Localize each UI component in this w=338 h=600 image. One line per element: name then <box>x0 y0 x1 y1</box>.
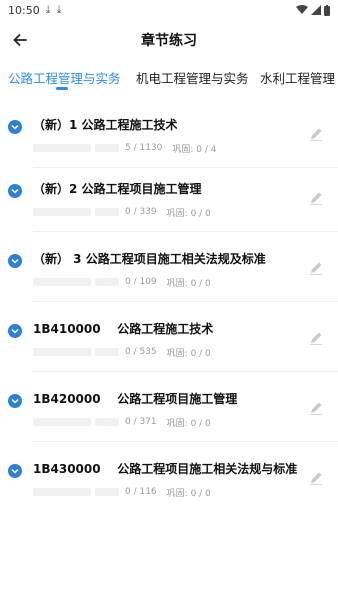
chevron-down-icon[interactable] <box>8 394 22 408</box>
back-button[interactable] <box>8 28 32 52</box>
blurred-text <box>95 488 119 496</box>
chapter-consolidate: 巩固: 0 / 0 <box>166 488 211 499</box>
blurred-text <box>95 418 119 426</box>
chapter-item[interactable]: （新）2 公路工程项目施工管理 0 / 339 巩固: 0 / 0 <box>0 170 338 232</box>
app-bar: 章节练习 <box>0 22 338 58</box>
active-tab-indicator <box>56 87 68 90</box>
chapter-item[interactable]: （新）1 公路工程施工技术 5 / 1130 巩固: 0 / 4 <box>0 106 338 168</box>
wifi-icon <box>296 5 308 14</box>
chapter-progress: 0 / 116 <box>125 487 157 497</box>
chevron-down-icon[interactable] <box>8 184 22 198</box>
download-icon: ⤓ <box>56 3 62 16</box>
divider <box>33 441 338 442</box>
divider <box>33 301 338 302</box>
chapter-title: （新）1 公路工程施工技术 <box>33 118 178 132</box>
signal-icon <box>311 5 321 15</box>
chapter-title: 1B430000 公路工程项目施工相关法规与标准 <box>33 462 298 476</box>
chapter-item[interactable]: （新） 3 公路工程项目施工相关法规及标准 0 / 109 巩固: 0 / 0 <box>0 240 338 302</box>
chevron-down-icon[interactable] <box>8 120 22 134</box>
download-icon: ⤓ <box>45 3 51 16</box>
subject-tabs: 公路工程管理与实务 机电工程管理与实务 水利工程管理 <box>0 62 338 94</box>
chevron-down-icon[interactable] <box>8 254 22 268</box>
edit-icon[interactable] <box>308 330 324 346</box>
divider <box>33 167 338 168</box>
tab-subject-1[interactable]: 公路工程管理与实务 <box>8 68 121 87</box>
edit-icon[interactable] <box>308 126 324 142</box>
chapter-progress: 5 / 1130 <box>125 143 163 153</box>
chapter-progress: 0 / 339 <box>125 207 157 217</box>
blurred-text <box>33 348 91 356</box>
blurred-text <box>95 144 119 152</box>
blurred-text <box>95 278 119 286</box>
edit-icon[interactable] <box>308 400 324 416</box>
chapter-progress: 0 / 535 <box>125 347 157 357</box>
chapter-consolidate: 巩固: 0 / 0 <box>166 348 211 359</box>
chapter-consolidate: 巩固: 0 / 0 <box>166 208 211 219</box>
chapter-progress: 0 / 109 <box>125 277 157 287</box>
blurred-text <box>95 348 119 356</box>
status-bar: 10:50 ⤓ ⤓ <box>0 0 338 20</box>
chapter-item[interactable]: 1B420000 公路工程项目施工管理 0 / 371 巩固: 0 / 0 <box>0 380 338 442</box>
blurred-text <box>95 208 119 216</box>
edit-icon[interactable] <box>308 260 324 276</box>
chapter-progress: 0 / 371 <box>125 417 157 427</box>
chapter-title: 1B410000 公路工程施工技术 <box>33 322 214 336</box>
blurred-text <box>33 278 91 286</box>
blurred-text <box>33 418 91 426</box>
divider <box>33 231 338 232</box>
blurred-text <box>33 208 91 216</box>
chapter-title: （新）2 公路工程项目施工管理 <box>33 182 202 196</box>
chevron-down-icon[interactable] <box>8 324 22 338</box>
chapter-consolidate: 巩固: 0 / 4 <box>172 144 217 155</box>
tab-subject-3[interactable]: 水利工程管理 <box>260 68 335 87</box>
chapter-title: 1B420000 公路工程项目施工管理 <box>33 392 238 406</box>
chapter-item[interactable]: 1B410000 公路工程施工技术 0 / 535 巩固: 0 / 0 <box>0 310 338 372</box>
battery-icon <box>324 4 330 16</box>
chapter-title: （新） 3 公路工程项目施工相关法规及标准 <box>33 252 266 266</box>
tab-subject-2[interactable]: 机电工程管理与实务 <box>136 68 249 87</box>
page-title: 章节练习 <box>141 33 197 49</box>
chapter-item[interactable]: 1B430000 公路工程项目施工相关法规与标准 0 / 116 巩固: 0 /… <box>0 450 338 512</box>
chapter-consolidate: 巩固: 0 / 0 <box>166 278 211 289</box>
blurred-text <box>33 144 91 152</box>
back-arrow-icon <box>13 34 27 46</box>
blurred-text <box>33 488 91 496</box>
edit-icon[interactable] <box>308 190 324 206</box>
edit-icon[interactable] <box>308 470 324 486</box>
chevron-down-icon[interactable] <box>8 464 22 478</box>
chapter-consolidate: 巩固: 0 / 0 <box>166 418 211 429</box>
status-time: 10:50 <box>8 3 40 17</box>
divider <box>33 371 338 372</box>
